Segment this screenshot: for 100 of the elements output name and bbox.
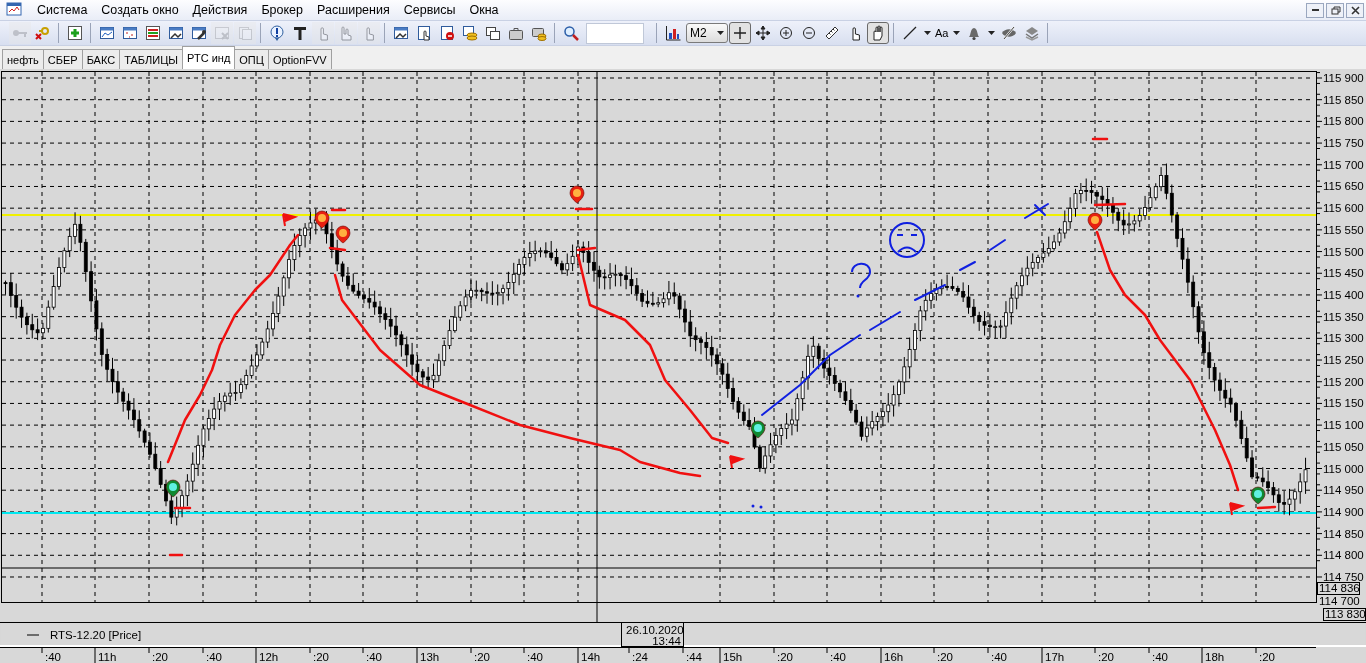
price-axis-label: 115 850 (1323, 93, 1364, 106)
font-button[interactable]: Aa (933, 27, 951, 39)
price-axis-label: 115 350 (1323, 310, 1364, 323)
time-axis-label: :40 (206, 651, 222, 663)
time-axis-label: :20 (1098, 651, 1114, 663)
price-axis-label: 114 900 (1323, 505, 1364, 518)
eye-slash-icon (1000, 25, 1017, 41)
legend-line-icon (26, 634, 40, 636)
zoom-in-icon (777, 25, 794, 41)
price-axis-label: 115 000 (1323, 462, 1364, 475)
price-axis-label: 115 700 (1323, 158, 1364, 171)
tab[interactable]: ТАБЛИЦЫ (119, 49, 184, 69)
document-hand-icon (415, 25, 432, 41)
list-icon (144, 25, 161, 41)
minimize-icon (1311, 9, 1319, 11)
time-axis-label: :40 (366, 651, 382, 663)
restore-button[interactable] (1326, 2, 1344, 18)
time-axis-label: :20 (937, 651, 953, 663)
price-axis-label: 115 250 (1323, 354, 1364, 367)
time-axis-label: 15h (723, 651, 743, 663)
close-button[interactable] (1346, 2, 1364, 18)
price-axis-label: 114 800 (1323, 549, 1364, 562)
tab[interactable]: OptionFVV (267, 49, 332, 69)
time-axis-label: 11h (98, 651, 117, 663)
price-marker-label: 114 836 (1319, 582, 1360, 594)
flag-icon (282, 213, 299, 227)
price-axis-label: 115 050 (1323, 440, 1364, 453)
map-pin-icon (165, 479, 181, 498)
price-axis-label: 115 300 (1323, 332, 1364, 345)
menu-item[interactable]: Сервисы (396, 3, 463, 17)
time-axis-label: 16h (884, 651, 904, 663)
crosshair-button[interactable] (728, 22, 751, 44)
menu-item[interactable]: Система (30, 3, 95, 17)
menu-item[interactable]: Окна (462, 3, 506, 17)
caret-icon (952, 31, 960, 35)
map-pin-icon (1087, 212, 1103, 231)
line-icon (901, 25, 918, 41)
flag-icon (729, 455, 746, 469)
hand-button[interactable] (866, 22, 889, 44)
map-pin-icon (569, 185, 585, 204)
close-icon (1349, 4, 1361, 16)
cursor-time: 13:44 (652, 635, 681, 647)
tab[interactable]: нефть (2, 49, 44, 69)
search-field[interactable] (586, 22, 644, 44)
briefcase-icon (507, 25, 524, 41)
caret-icon (923, 31, 931, 35)
map-pin-icon (314, 210, 330, 229)
time-axis-label: :40 (830, 651, 846, 663)
price-axis-label: 115 600 (1323, 202, 1364, 215)
price-axis-label: 115 400 (1323, 288, 1364, 301)
time-axis-label: 18h (1205, 651, 1225, 663)
price-axis-label: 114 950 (1323, 484, 1364, 497)
time-axis-label: 13h (420, 651, 440, 663)
time-axis-label: :20 (152, 651, 168, 663)
price-axis-label: 115 450 (1323, 267, 1364, 280)
time-axis-label: :24 (632, 651, 648, 663)
tab[interactable]: БАКС (81, 49, 121, 69)
price-axis-label: 115 750 (1323, 137, 1364, 150)
app-icon (6, 0, 22, 17)
legend-label: RTS-12.20 [Price] (50, 629, 142, 641)
price-axis-label: 114 850 (1323, 527, 1364, 540)
tab[interactable]: ОПЦ (234, 49, 269, 69)
time-axis-label: :40 (527, 651, 543, 663)
time-axis-label: 12h (259, 651, 279, 663)
cursor-date: 26.10.2020 (626, 624, 684, 636)
key-cross-icon (34, 25, 51, 41)
map-pin-icon (750, 420, 766, 439)
bar-chart-icon (664, 25, 681, 41)
tab[interactable]: РТС инд (182, 46, 236, 69)
move-arrows-icon (754, 25, 771, 41)
time-axis-label: :40 (45, 651, 61, 663)
price-marker-label: 113 830 (1325, 608, 1366, 620)
tab[interactable]: СБЕР (42, 49, 83, 69)
price-axis-label: 115 100 (1323, 419, 1364, 432)
menu-item[interactable]: Действия (185, 3, 255, 17)
document-coins-icon (461, 25, 478, 41)
minimize-button[interactable] (1306, 2, 1324, 18)
layers-icon (1023, 25, 1040, 41)
flag-icon (1229, 502, 1246, 516)
t-glyph-icon (291, 25, 308, 41)
zoom-out-icon (800, 25, 817, 41)
pages-icon (236, 25, 253, 41)
menu-item[interactable]: Создать окно (94, 3, 186, 17)
timeframe-dropdown[interactable]: M2 (686, 23, 728, 43)
ruler-icon (823, 25, 840, 41)
window-wrench-icon (190, 25, 207, 41)
document-stop-icon (438, 25, 455, 41)
price-axis-label: 115 800 (1323, 115, 1364, 128)
exclamation-icon (268, 25, 285, 41)
menu-item[interactable]: Брокер (254, 3, 310, 17)
price-axis-label: 115 150 (1323, 397, 1364, 410)
time-axis-label: :40 (991, 651, 1007, 663)
time-axis-label: :20 (313, 651, 329, 663)
chart-window-icon (98, 25, 115, 41)
price-marker-label: 114 700 (1319, 595, 1360, 607)
price-axis-label: 115 650 (1323, 180, 1364, 193)
caret-icon (717, 31, 724, 35)
window-cross-icon (213, 25, 230, 41)
menu-item[interactable]: Расширения (310, 3, 397, 17)
time-axis-label: 14h (581, 651, 601, 663)
